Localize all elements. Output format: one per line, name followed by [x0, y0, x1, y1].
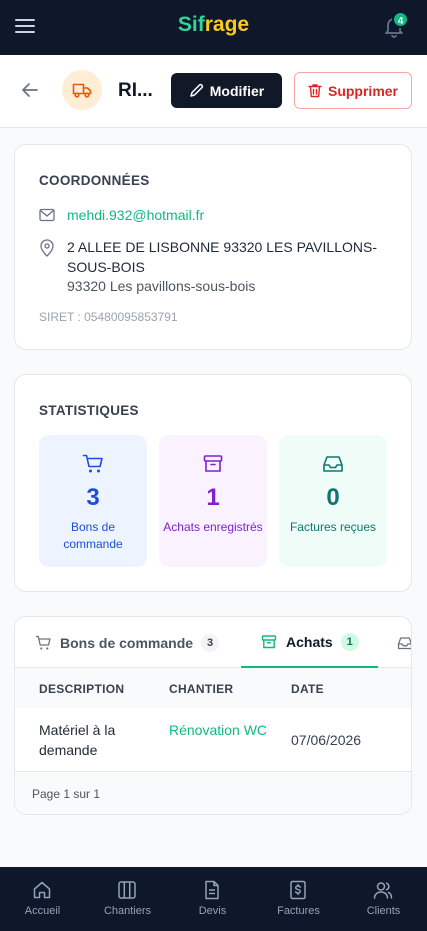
table-row[interactable]: Matériel à la demande Rénovation WC 07/0…	[15, 708, 411, 772]
cell-date: 07/06/2026	[291, 732, 362, 748]
nav-label: Devis	[198, 905, 227, 917]
bottom-nav: Accueil Chantiers Devis Factures Clients	[0, 867, 427, 931]
nav-label: Chantiers	[103, 905, 152, 917]
back-arrow-icon[interactable]	[20, 80, 40, 100]
tab-label: Bons de commande	[60, 634, 194, 651]
stat-achats[interactable]: 1 Achats enregistrés	[159, 435, 267, 567]
edit-button-label: Modifier	[209, 82, 265, 99]
tab-achats[interactable]: Achats 1	[241, 617, 378, 668]
stat-value: 0	[326, 484, 340, 511]
cart-icon	[36, 635, 51, 650]
home-icon	[33, 881, 51, 899]
truck-avatar	[62, 70, 102, 110]
inbox-icon	[397, 636, 411, 649]
nav-label: Accueil	[24, 905, 61, 917]
client-header: RI... Modifier Supprimer	[0, 55, 427, 128]
client-city: 93320 Les pavillons-sous-bois	[67, 278, 256, 294]
stat-factures[interactable]: 0 Factures reçues	[279, 435, 387, 567]
brand-part-2: rage	[204, 13, 250, 36]
statistics-title: STATISTIQUES	[39, 403, 139, 418]
nav-accueil[interactable]: Accueil	[0, 867, 85, 931]
map-pin-icon	[39, 239, 55, 262]
nav-chantiers[interactable]: Chantiers	[85, 867, 170, 931]
column-chantier: CHANTIER	[169, 682, 234, 696]
stat-label: Bons de commande	[63, 520, 123, 551]
coordinates-card: COORDONNÉES mehdi.932@hotmail.fr 2 ALLEE…	[14, 144, 412, 350]
client-siret: SIRET : 05480095853791	[39, 310, 178, 324]
nav-clients[interactable]: Clients	[341, 867, 426, 931]
document-icon	[205, 880, 219, 900]
column-date: DATE	[291, 682, 324, 696]
stat-label: Factures reçues	[289, 520, 377, 534]
table-header: DESCRIPTION CHANTIER DATE	[15, 668, 411, 708]
top-bar: Sifrage 4	[0, 0, 427, 55]
mail-icon	[39, 208, 55, 227]
nav-factures[interactable]: Factures	[256, 867, 341, 931]
stat-bons-de-commande[interactable]: 3 Bons de commande	[39, 435, 147, 567]
tab-label: Achats	[286, 633, 333, 650]
cart-icon	[82, 454, 103, 473]
nav-label: Clients	[366, 905, 401, 917]
trash-icon	[308, 84, 322, 98]
cell-chantier[interactable]: Rénovation WC	[169, 720, 269, 740]
delete-button-label: Supprimer	[327, 82, 398, 99]
nav-label: Factures	[277, 905, 320, 917]
invoice-icon	[290, 880, 306, 900]
tab-count: 1	[340, 632, 359, 651]
cell-description: Matériel à la demande	[39, 722, 116, 758]
pagination: Page 1 sur 1	[15, 773, 411, 814]
truck-icon	[72, 83, 92, 98]
pagination-text: Page 1 sur 1	[32, 787, 101, 801]
inbox-icon	[323, 456, 343, 472]
columns-icon	[118, 881, 136, 899]
tab-bar: Bons de commande 3 Achats 1	[15, 617, 411, 668]
statistics-card: STATISTIQUES 3 Bons de commande 1 Achats…	[14, 374, 412, 592]
notification-badge: 4	[392, 11, 409, 28]
nav-devis[interactable]: Devis	[170, 867, 255, 931]
brand-logo[interactable]: Sifrage	[0, 13, 427, 37]
users-icon	[373, 882, 393, 899]
client-name: RI...	[118, 80, 153, 101]
tab-count: 3	[201, 633, 220, 652]
stat-label: Achats enregistrés	[163, 520, 263, 534]
tab-factures[interactable]	[397, 617, 411, 668]
delete-button[interactable]: Supprimer	[294, 72, 412, 109]
stat-value: 3	[86, 484, 100, 511]
pencil-icon	[190, 83, 203, 97]
tab-bons-de-commande[interactable]: Bons de commande 3	[35, 617, 220, 668]
brand-part-1: Sif	[177, 13, 205, 36]
documents-card: Bons de commande 3 Achats 1 DESCRIPTION …	[14, 616, 412, 815]
column-description: DESCRIPTION	[39, 682, 125, 696]
box-icon	[203, 455, 223, 472]
edit-button[interactable]: Modifier	[171, 73, 282, 108]
stat-value: 1	[206, 484, 220, 511]
box-icon	[261, 634, 277, 648]
coordinates-title: COORDONNÉES	[39, 173, 150, 188]
client-address: 2 ALLEE DE LISBONNE 93320 LES PAVILLONS-…	[67, 239, 377, 275]
client-email[interactable]: mehdi.932@hotmail.fr	[67, 207, 204, 223]
